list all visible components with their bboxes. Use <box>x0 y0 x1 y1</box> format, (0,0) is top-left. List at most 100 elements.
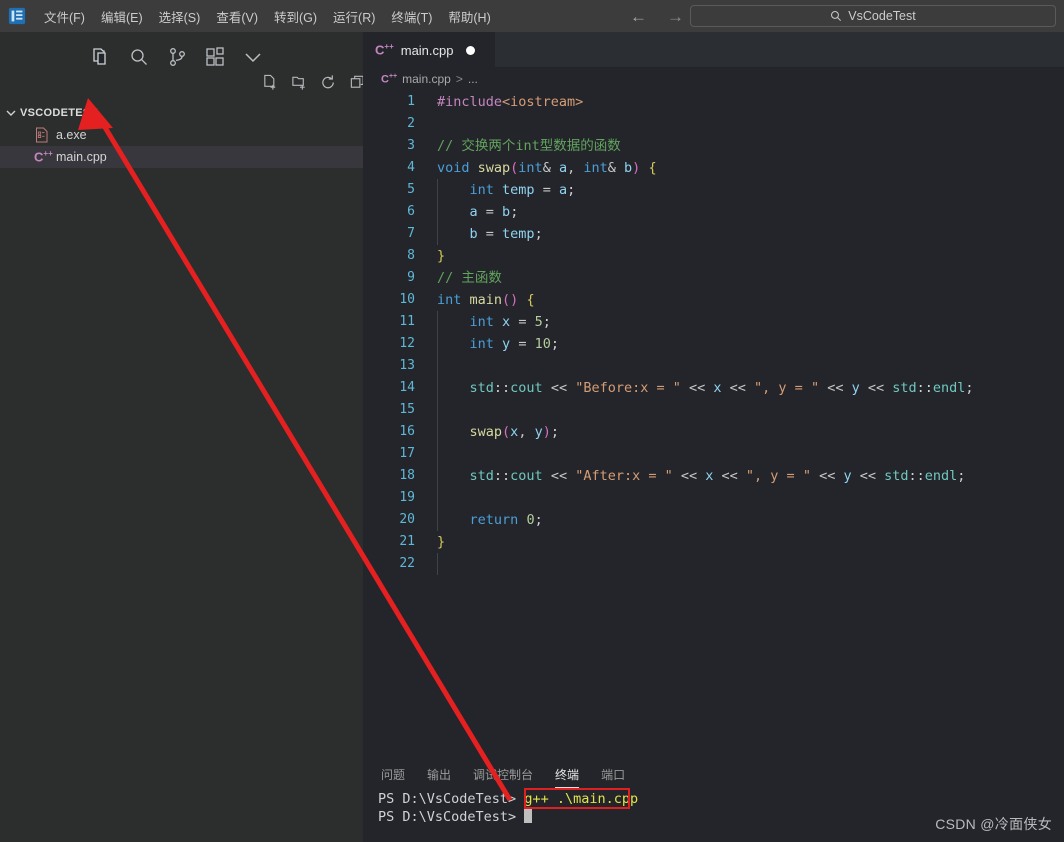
code-token: ; <box>534 512 543 528</box>
line-number: 7 <box>407 226 415 241</box>
code-line[interactable]: 3 // 交换两个int型数据的函数 <box>363 135 1064 157</box>
code-text: // 交换两个int型数据的函数 <box>437 135 621 157</box>
tab-main-cpp[interactable]: C++ main.cpp <box>363 32 495 67</box>
forward-arrow-icon[interactable]: → <box>667 8 684 25</box>
code-token: :: <box>916 380 933 396</box>
back-arrow-icon[interactable]: ← <box>630 8 647 25</box>
code-token: :: <box>493 380 511 396</box>
line-number: 9 <box>407 270 415 285</box>
panel-tab-debug-console[interactable]: 调试控制台 <box>473 766 533 787</box>
code-token: x <box>713 380 722 396</box>
navigation-arrows: ← → <box>630 0 684 32</box>
code-line[interactable]: 13 <box>363 355 1064 377</box>
panel-tab-output[interactable]: 输出 <box>427 766 451 787</box>
new-file-icon[interactable] <box>262 74 279 91</box>
extensions-icon[interactable] <box>204 46 226 68</box>
code-line[interactable]: 11 int x = 5; <box>363 311 1064 333</box>
chevron-down-icon <box>6 110 16 116</box>
terminal-prompt-2: PS D:\VsCodeTest> <box>378 809 525 825</box>
code-token: void <box>437 160 478 176</box>
code-line[interactable]: 15 <box>363 399 1064 421</box>
menu-selection[interactable]: 选择(S) <box>151 3 209 30</box>
sidebar-view-icons <box>90 38 270 76</box>
code-token: , <box>518 424 535 440</box>
menu-help[interactable]: 帮助(H) <box>440 3 498 30</box>
code-token: std <box>469 380 494 396</box>
indent-guide <box>437 355 438 377</box>
panel-tab-terminal[interactable]: 终端 <box>555 766 580 789</box>
file-row-a-exe[interactable]: a.exe <box>0 124 363 146</box>
refresh-icon[interactable] <box>320 74 337 91</box>
code-token: ; <box>957 468 966 484</box>
indent-guide <box>437 487 438 509</box>
code-token: "Before:x = " <box>575 380 681 396</box>
code-line[interactable]: 17 <box>363 443 1064 465</box>
unsaved-indicator-icon[interactable] <box>466 45 476 55</box>
code-line[interactable]: 6 a = b; <box>363 201 1064 223</box>
file-row-main-cpp[interactable]: C++ main.cpp <box>0 146 363 168</box>
code-text: b = temp; <box>437 223 543 245</box>
code-token: :: <box>493 468 511 484</box>
source-control-icon[interactable] <box>166 46 188 68</box>
code-token: ; <box>542 314 551 330</box>
code-token: b <box>624 160 633 176</box>
menu-view[interactable]: 查看(V) <box>208 3 266 30</box>
chevron-down-icon[interactable] <box>242 46 264 68</box>
code-line[interactable]: 4 void swap(int& a, int& b) { <box>363 157 1064 179</box>
panel-tab-problems[interactable]: 问题 <box>381 766 405 787</box>
code-token: y <box>502 336 511 352</box>
code-token: cout <box>510 468 543 484</box>
code-line[interactable]: 5 int temp = a; <box>363 179 1064 201</box>
code-token: temp <box>502 226 535 242</box>
code-editor[interactable]: 1 #include<iostream> 2 3 // 交换两个int型数据的函数 4 vo… <box>363 91 1064 762</box>
search-text: VsCodeTest <box>848 9 916 23</box>
breadcrumb-file[interactable]: main.cpp <box>402 72 451 86</box>
panel-tab-ports[interactable]: 端口 <box>601 766 625 787</box>
code-line[interactable]: 20 return 0; <box>363 509 1064 531</box>
menu-run[interactable]: 运行(R) <box>325 3 383 30</box>
menu-bar: 文件(F) 编辑(E) 选择(S) 查看(V) 转到(G) 运行(R) 终端(T… <box>36 3 499 30</box>
code-line[interactable]: 19 <box>363 487 1064 509</box>
code-line[interactable]: 1 #include<iostream> <box>363 91 1064 113</box>
code-line[interactable]: 8} <box>363 245 1064 267</box>
code-token: int <box>583 160 608 176</box>
code-line[interactable]: 7 b = temp; <box>363 223 1064 245</box>
code-token: = <box>510 314 535 330</box>
code-line[interactable]: 10 int main() { <box>363 289 1064 311</box>
code-line[interactable]: 2 <box>363 113 1064 135</box>
code-token: & <box>542 160 559 176</box>
code-token: swap <box>469 424 503 440</box>
code-line[interactable]: 14 std::cout << "Before:x = " << x << ",… <box>363 377 1064 399</box>
code-line[interactable]: 21} <box>363 531 1064 553</box>
explorer-folder-header[interactable]: VSCODETEST <box>0 102 363 124</box>
menu-edit[interactable]: 编辑(E) <box>93 3 151 30</box>
menu-file[interactable]: 文件(F) <box>36 3 93 30</box>
code-line[interactable]: 16 swap(x, y); <box>363 421 1064 443</box>
new-folder-icon[interactable] <box>291 74 308 91</box>
code-token: int <box>518 160 543 176</box>
code-token: << <box>851 468 885 484</box>
code-text: int temp = a; <box>437 179 576 201</box>
menu-goto[interactable]: 转到(G) <box>266 3 325 30</box>
explorer-icon[interactable] <box>90 46 112 68</box>
code-token: { <box>648 160 657 176</box>
code-text: } <box>437 245 445 267</box>
line-number: 13 <box>399 358 415 373</box>
code-token: std <box>469 468 494 484</box>
menu-terminal[interactable]: 终端(T) <box>383 3 440 30</box>
code-token: temp <box>502 182 535 198</box>
code-line[interactable]: 18 std::cout << "After:x = " << x << ", … <box>363 465 1064 487</box>
code-line[interactable]: 22 <box>363 553 1064 575</box>
search-icon <box>831 11 842 21</box>
code-line[interactable]: 12 int y = 10; <box>363 333 1064 355</box>
explorer-action-bar <box>262 74 366 91</box>
code-line[interactable]: 9 // 主函数 <box>363 267 1064 289</box>
search-icon[interactable] <box>128 46 150 68</box>
breadcrumb-rest[interactable]: ... <box>468 72 478 86</box>
command-center-search[interactable]: VsCodeTest <box>690 5 1056 27</box>
